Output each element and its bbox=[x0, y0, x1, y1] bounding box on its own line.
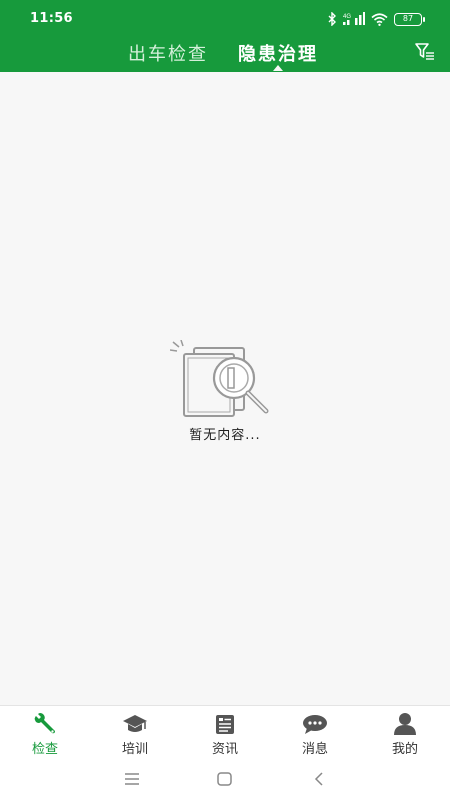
status-bar: 11:56 4G 87 bbox=[0, 0, 450, 36]
app-header: 11:56 4G 87 出车检查 隐患治理 bbox=[0, 0, 450, 72]
nav-label-news: 资讯 bbox=[211, 742, 238, 757]
nav-label-training: 培训 bbox=[121, 742, 148, 757]
empty-state-message: 暂无内容... bbox=[189, 428, 261, 443]
nav-item-profile[interactable]: 我的 bbox=[360, 706, 450, 757]
nav-item-news[interactable]: 资讯 bbox=[180, 706, 270, 757]
nav-label-messages: 消息 bbox=[301, 742, 328, 757]
filter-icon[interactable] bbox=[414, 40, 436, 62]
active-tab-indicator bbox=[273, 65, 283, 71]
menu-icon[interactable] bbox=[122, 769, 142, 789]
graduation-cap-icon bbox=[123, 715, 147, 732]
search-document-icon bbox=[170, 340, 269, 417]
signal-icon: 4G bbox=[343, 12, 365, 25]
chat-icon bbox=[303, 715, 327, 734]
news-icon bbox=[216, 715, 234, 734]
home-icon[interactable] bbox=[215, 769, 235, 789]
status-time: 11:56 bbox=[30, 11, 73, 26]
battery-icon: 87 bbox=[394, 12, 425, 26]
tab-hazard-management[interactable]: 隐患治理 bbox=[238, 40, 318, 66]
nav-item-training[interactable]: 培训 bbox=[90, 706, 180, 757]
content-area: 暂无内容... bbox=[0, 72, 450, 705]
header-tabs: 出车检查 隐患治理 bbox=[0, 38, 450, 71]
wrench-icon bbox=[34, 713, 55, 734]
nav-item-inspection[interactable]: 检查 bbox=[0, 706, 90, 757]
network-type-label: 4G bbox=[343, 14, 351, 20]
bluetooth-icon bbox=[328, 12, 336, 26]
tab-vehicle-check[interactable]: 出车检查 bbox=[128, 40, 208, 66]
bottom-nav: 检查 培训 资讯 消息 我的 bbox=[0, 705, 450, 757]
system-nav-bar bbox=[0, 757, 450, 800]
wifi-icon bbox=[371, 12, 388, 26]
battery-level: 87 bbox=[402, 13, 414, 23]
nav-label-inspection: 检查 bbox=[31, 742, 58, 757]
nav-item-messages[interactable]: 消息 bbox=[270, 706, 360, 757]
back-icon[interactable] bbox=[310, 769, 330, 789]
nav-label-profile: 我的 bbox=[391, 742, 418, 757]
user-icon bbox=[394, 713, 416, 735]
status-icons: 4G 87 bbox=[328, 11, 425, 27]
